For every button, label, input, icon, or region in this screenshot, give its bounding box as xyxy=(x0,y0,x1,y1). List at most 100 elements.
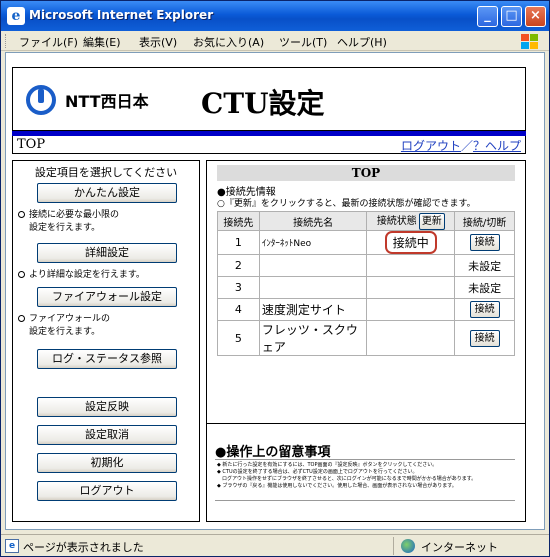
menu-heading: 設定項目を選択してください xyxy=(34,166,178,179)
connect-button[interactable]: 接続 xyxy=(469,234,500,251)
cell-action: 未設定 xyxy=(454,254,515,277)
close-button[interactable]: × xyxy=(525,6,546,27)
bullet-icon xyxy=(18,315,25,322)
cell-no: 4 xyxy=(217,298,260,321)
menu-view[interactable]: 表示(V) xyxy=(139,34,177,50)
note-line: ◆ 新たに行った設定を有効にするには、TOP画面の『設定反映』ボタンをクリックし… xyxy=(217,462,438,468)
cancel-settings-button[interactable]: 設定取消 xyxy=(37,425,177,445)
log-status-button[interactable]: ログ・ステータス参照 xyxy=(37,349,177,369)
connect-button[interactable]: 接続 xyxy=(469,301,500,318)
cell-name: フレッツ・スクウェア xyxy=(258,320,368,356)
easy-setup-desc: 接続に必要な最小限の 設定を行えます。 xyxy=(18,209,120,235)
col-header-status: 接続状態 更新 xyxy=(366,211,456,231)
cell-status xyxy=(366,254,456,277)
notes-box: ◆ 新たに行った設定を有効にするには、TOP画面の『設定反映』ボタンをクリックし… xyxy=(215,459,515,501)
ie-icon: e xyxy=(7,7,25,25)
title-bar[interactable]: e Microsoft Internet Explorer _ □ × xyxy=(1,1,549,31)
cell-action: 未設定 xyxy=(454,276,515,299)
breadcrumb-bar: TOP ログアウト／？ヘルプ xyxy=(12,136,526,154)
top-links: ログアウト／？ヘルプ xyxy=(401,137,521,154)
menu-file[interactable]: ファイル(F) xyxy=(19,34,78,50)
cell-action: 接続 xyxy=(454,320,515,356)
note-line: ◆ ブラウザの『戻る』機能は使用しないでください。使用した場合、画面が表示されな… xyxy=(217,483,457,489)
settings-menu: 設定項目を選択してください かんたん設定 接続に必要な最小限の 設定を行えます。… xyxy=(12,160,200,522)
table-row: 3 未設定 xyxy=(217,276,515,299)
note-line: ログアウト操作をせずにブラウザを終了させると、次にログインが可能になるまで時間が… xyxy=(217,476,477,482)
detail-setup-button[interactable]: 詳細設定 xyxy=(37,243,177,263)
cell-no: 5 xyxy=(217,320,260,356)
cell-status xyxy=(366,276,456,299)
cell-name xyxy=(258,254,368,277)
page-icon: e xyxy=(5,539,19,553)
table-row: 1 ｲﾝﾀｰﾈｯﾄNeo 接続中 接続 xyxy=(217,230,515,255)
section-divider xyxy=(207,423,525,424)
cell-status xyxy=(366,320,456,356)
status-bar: e ページが表示されました インターネット xyxy=(1,534,549,556)
menu-bar: ファイル(F) 編集(E) 表示(V) お気に入り(A) ツール(T) ヘルプ(… xyxy=(1,31,549,51)
connection-section: TOP ●接続先情報 ○『更新』をクリックすると、最新の接続状態が確認できます。… xyxy=(207,161,525,423)
security-zone: インターネット xyxy=(421,541,498,554)
desc-line: より詳細な設定を行えます。 xyxy=(29,270,145,280)
section-title: TOP xyxy=(217,165,515,181)
table-row: 5 フレッツ・スクウェア 接続 xyxy=(217,320,515,356)
firewall-setup-desc: ファイアウォールの 設定を行えます。 xyxy=(18,313,110,339)
window-title: Microsoft Internet Explorer xyxy=(29,8,214,22)
easy-setup-button[interactable]: かんたん設定 xyxy=(37,183,177,203)
logout-link[interactable]: ログアウト xyxy=(401,139,461,153)
breadcrumb: TOP xyxy=(17,137,46,152)
menu-tools[interactable]: ツール(T) xyxy=(279,34,327,50)
desc-line: 接続に必要な最小限の xyxy=(29,210,120,220)
bullet-icon xyxy=(18,211,25,218)
toolbar-grip[interactable] xyxy=(5,34,8,48)
connection-table: 接続先 接続先名 接続状態 更新 接続/切断 1 ｲﾝﾀｰﾈｯﾄNeo 接続中 接… xyxy=(217,211,515,356)
table-row: 4 速度測定サイト 接続 xyxy=(217,298,515,321)
cell-name xyxy=(258,276,368,299)
connection-info-note: ○『更新』をクリックすると、最新の接続状態が確認できます。 xyxy=(217,199,476,209)
status-header-label: 接続状態 xyxy=(376,216,417,227)
apply-settings-button[interactable]: 設定反映 xyxy=(37,397,177,417)
table-row: 2 未設定 xyxy=(217,254,515,277)
connect-button[interactable]: 接続 xyxy=(469,329,500,347)
page-title: CTU設定 xyxy=(201,87,325,120)
note-line: ◆ CTUの設定を終了する場合は、必ずCTU設定の画面上でログアウトを行ってくだ… xyxy=(217,469,418,475)
col-header-no: 接続先 xyxy=(217,211,260,231)
cell-action: 接続 xyxy=(454,298,515,321)
cell-name: 速度測定サイト xyxy=(258,298,368,321)
bullet-icon xyxy=(18,271,25,278)
help-link[interactable]: ？ヘルプ xyxy=(473,139,521,153)
refresh-button[interactable]: 更新 xyxy=(418,213,445,230)
col-header-name: 接続先名 xyxy=(258,211,368,231)
logout-button[interactable]: ログアウト xyxy=(37,481,177,501)
cell-status xyxy=(366,298,456,321)
menu-edit[interactable]: 編集(E) xyxy=(83,34,121,50)
menu-favorites[interactable]: お気に入り(A) xyxy=(193,34,264,50)
menu-help[interactable]: ヘルプ(H) xyxy=(337,34,387,50)
firewall-setup-button[interactable]: ファイアウォール設定 xyxy=(37,287,177,307)
minimize-button[interactable]: _ xyxy=(477,6,498,27)
cell-name: ｲﾝﾀｰﾈｯﾄNeo xyxy=(258,230,368,255)
internet-zone-icon xyxy=(401,539,415,553)
table-header-row: 接続先 接続先名 接続状態 更新 接続/切断 xyxy=(217,211,515,231)
link-separator: ／ xyxy=(460,139,473,153)
desc-line: 設定を行えます。 xyxy=(29,327,101,337)
windows-logo-icon xyxy=(521,34,538,49)
page-viewport: NTT西日本 CTU設定 TOP ログアウト／？ヘルプ 設定項目を選択してくださ… xyxy=(5,52,545,530)
page-header: NTT西日本 CTU設定 xyxy=(12,67,526,131)
main-panel: TOP ●接続先情報 ○『更新』をクリックすると、最新の接続状態が確認できます。… xyxy=(206,160,526,522)
cell-action: 接続 xyxy=(454,230,515,255)
ntt-logo-icon xyxy=(26,85,56,115)
cell-status: 接続中 xyxy=(366,230,456,255)
connected-status: 接続中 xyxy=(384,231,437,254)
status-text: ページが表示されました xyxy=(23,541,144,554)
col-header-action: 接続/切断 xyxy=(454,211,515,231)
browser-window: e Microsoft Internet Explorer _ □ × ファイル… xyxy=(0,0,550,557)
maximize-button[interactable]: □ xyxy=(501,6,522,27)
initialize-button[interactable]: 初期化 xyxy=(37,453,177,473)
cell-no: 2 xyxy=(217,254,260,277)
cell-no: 3 xyxy=(217,276,260,299)
desc-line: 設定を行えます。 xyxy=(29,223,101,233)
brand-name: NTT西日本 xyxy=(65,92,149,111)
detail-setup-desc: より詳細な設定を行えます。 xyxy=(18,269,145,282)
ctu-page: NTT西日本 CTU設定 TOP ログアウト／？ヘルプ 設定項目を選択してくださ… xyxy=(12,67,526,522)
cell-no: 1 xyxy=(217,230,260,255)
